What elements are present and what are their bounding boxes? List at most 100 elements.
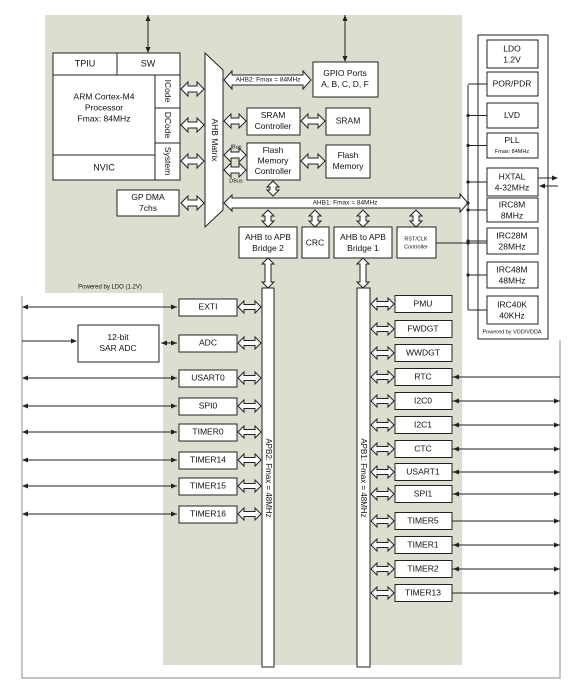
apb1-peripheral-label: TIMER5 xyxy=(407,515,438,525)
junction-dot xyxy=(466,208,470,212)
bridge1-label: Bridge 1 xyxy=(347,243,379,253)
apb2-peripheral-label: SPI0 xyxy=(199,400,218,410)
apb1-label: APB1: Fmax = 48MHz xyxy=(359,438,368,517)
apb1-peripheral-label: CTC xyxy=(414,443,431,453)
arrowhead-icon xyxy=(554,491,560,497)
block-label: IRC8M xyxy=(499,199,525,209)
apb1-peripheral-label: I2C1 xyxy=(414,419,432,429)
bridge2-label: Bridge 2 xyxy=(252,243,284,253)
powered-by-vdd-label: Powered by VDD/VDDA xyxy=(483,329,542,335)
flash-controller-label: Memory xyxy=(258,155,289,165)
arrowhead-icon xyxy=(22,403,28,409)
processor-label: Fmax: 84MHz xyxy=(78,113,131,123)
apb1-peripheral-label: TIMER1 xyxy=(407,539,438,549)
processor-label: ARM Cortex-M4 xyxy=(74,91,135,101)
junction-dot xyxy=(466,143,470,148)
sw-label: SW xyxy=(141,58,156,68)
gpio-label: GPIO Ports xyxy=(323,68,366,78)
crc-label: CRC xyxy=(306,237,324,247)
arrowhead-icon xyxy=(554,469,560,475)
apb1-peripheral-label: SPI1 xyxy=(414,488,433,498)
rst-clk-block xyxy=(396,226,437,259)
rst-clk-label: Controller xyxy=(404,244,428,250)
ahb1-label: AHB1: Fmax = 84MHz xyxy=(313,200,378,207)
sram-label: SRAM xyxy=(336,115,361,125)
arrowhead-icon xyxy=(554,566,560,572)
block-label: POR/PDR xyxy=(493,78,532,88)
block-label: IRC40K xyxy=(497,299,527,309)
sar-adc-label: SAR ADC xyxy=(99,343,136,353)
arrowhead-icon xyxy=(554,446,560,452)
block-diagram: TPIU SW ARM Cortex-M4 Processor Fmax: 84MHz I… xyxy=(0,0,580,691)
apb2-peripheral-label: TIMER16 xyxy=(190,508,226,518)
diagram-canvas: TPIU SWARM Cortex-M4ProcessorFmax: 84MHzI… xyxy=(21,15,561,679)
block-sub-label: 48MHz xyxy=(499,275,526,285)
junction-dot xyxy=(466,241,470,245)
block-label: HXTAL xyxy=(499,171,526,181)
apb2-peripheral-label: TIMER15 xyxy=(190,480,226,490)
tpiu-label: TPIU xyxy=(75,58,96,68)
block-label: IRC28M xyxy=(496,230,527,240)
apb1-peripheral-label: I2C0 xyxy=(414,395,432,405)
arrowhead-icon xyxy=(554,422,560,428)
junction-dot xyxy=(466,113,470,118)
block-sub-label: 28MHz xyxy=(499,241,526,251)
apb2-peripheral-label: USART0 xyxy=(191,372,225,382)
arrowhead-icon xyxy=(22,457,28,463)
powered-by-ldo-label: Powered by LDO (1.2V) xyxy=(78,285,142,291)
apb1-peripheral-label: FWDGT xyxy=(407,323,438,333)
sram-controller-label: Controller xyxy=(255,121,292,131)
icode-label: ICode xyxy=(163,80,173,103)
block-sub-label: Fmax: 84MHz xyxy=(495,149,529,155)
apb2-peripheral-label: ADC xyxy=(199,337,217,347)
apb2-peripheral-label: TIMER14 xyxy=(190,454,226,464)
arrowhead-icon xyxy=(22,429,28,435)
arrowhead-icon xyxy=(22,304,28,310)
nvic-label: NVIC xyxy=(93,162,115,172)
apb1-peripheral-label: PMU xyxy=(414,298,433,308)
flash-memory-label: Memory xyxy=(333,161,364,171)
block-label: PLL xyxy=(504,135,519,145)
arrowhead-icon xyxy=(554,518,560,524)
apb1-peripheral-label: TIMER2 xyxy=(407,563,438,573)
block-label: LVD xyxy=(504,110,520,120)
arrowhead-icon xyxy=(552,175,558,181)
junction-dot xyxy=(466,180,470,184)
dbus-label: DBus xyxy=(229,178,243,184)
flash-controller-label: Controller xyxy=(255,166,292,176)
apb1-peripheral-label: TIMER13 xyxy=(405,587,441,597)
arrowhead-icon xyxy=(22,511,28,517)
arrowhead-icon xyxy=(22,483,28,489)
ahb2-label: AHB2: Fmax = 84MHz xyxy=(236,77,301,84)
apb2-peripheral-label: TIMER0 xyxy=(192,426,223,436)
ibus-label: IBus xyxy=(230,144,241,150)
junction-dot xyxy=(466,273,470,277)
arrowhead-icon xyxy=(554,398,560,404)
arrowhead-icon xyxy=(71,338,77,344)
gp-dma-label: 7chs xyxy=(139,203,157,213)
apb2-label: APB2: Fmax = 48MHz xyxy=(264,438,273,517)
block-label: LDO xyxy=(503,43,521,53)
bridge2-label: AHB to APB xyxy=(245,232,291,242)
block-sub-label: 40KHz xyxy=(499,310,525,320)
arrowhead-icon xyxy=(554,542,560,548)
block-sub-label: 8MHz xyxy=(501,210,523,220)
flash-controller-label: Flash xyxy=(263,145,284,155)
junction-dot xyxy=(466,201,470,205)
gpio-label: A, B, C, D, F xyxy=(321,79,369,89)
apb1-peripheral-label: WWDGT xyxy=(406,347,440,357)
dcode-label: DCode xyxy=(163,112,173,139)
block-sub-label: 1.2V xyxy=(503,54,521,64)
arrowhead-icon xyxy=(554,590,560,596)
block-sub-label: 4-32MHz xyxy=(495,182,529,192)
ahb-matrix-label: AHB Matrix xyxy=(210,119,220,163)
sar-adc-label: 12-bit xyxy=(107,332,129,342)
system-label: System xyxy=(163,147,173,175)
flash-memory-label: Flash xyxy=(338,150,359,160)
arrowhead-icon xyxy=(22,375,28,381)
apb1-peripheral-label: USART1 xyxy=(406,466,440,476)
rst-clk-label: RST/CLK xyxy=(404,236,428,242)
block-label: IRC48M xyxy=(496,264,527,274)
apb1-peripheral-label: RTC xyxy=(414,371,431,381)
processor-label: Processor xyxy=(85,102,123,112)
